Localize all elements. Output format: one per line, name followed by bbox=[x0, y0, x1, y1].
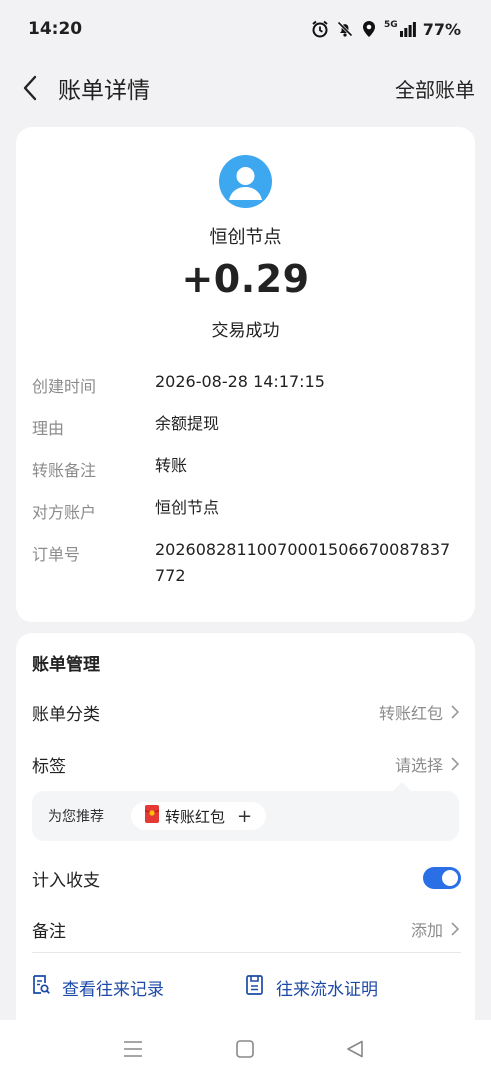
detail-label: 订单号 bbox=[32, 545, 81, 564]
chevron-right-icon bbox=[451, 704, 461, 720]
signal-icon: 5G bbox=[384, 21, 416, 37]
order-number[interactable]: 20260828110070001506670087837772 bbox=[155, 537, 459, 589]
detail-label: 转账备注 bbox=[32, 461, 97, 480]
chevron-right-icon bbox=[451, 921, 461, 937]
transaction-card: 恒创节点 +0.29 交易成功 创建时间 2026-08-28 14:17:15… bbox=[16, 127, 475, 622]
status-bar: 14:20 5G 77% bbox=[0, 0, 491, 58]
detail-label: 对方账户 bbox=[32, 503, 97, 522]
battery-level: 77% bbox=[422, 19, 461, 39]
note-value: 添加 bbox=[410, 921, 443, 940]
toggle-knob bbox=[442, 870, 458, 886]
chevron-right-icon bbox=[451, 756, 461, 772]
section-title: 账单管理 bbox=[32, 655, 100, 675]
avatar-icon bbox=[219, 155, 272, 208]
note-row[interactable]: 备注 添加 bbox=[32, 914, 461, 944]
back-triangle-icon[interactable] bbox=[346, 1040, 364, 1062]
detail-value: 2026-08-28 14:17:15 bbox=[155, 372, 325, 391]
network-type: 5G bbox=[384, 20, 398, 30]
detail-value: 恒创节点 bbox=[155, 498, 220, 517]
transaction-status: 交易成功 bbox=[211, 321, 280, 341]
tag-label: 标签 bbox=[32, 756, 66, 777]
recommend-box: 为您推荐 转账红包 + bbox=[32, 791, 459, 841]
status-icons: 5G 77% bbox=[311, 20, 461, 39]
page-title: 账单详情 bbox=[58, 78, 150, 104]
category-value: 转账红包 bbox=[378, 704, 443, 723]
chip-label: 转账红包 bbox=[165, 807, 226, 826]
all-bills-link[interactable]: 全部账单 bbox=[395, 74, 475, 103]
home-square-icon[interactable] bbox=[236, 1040, 254, 1062]
include-label: 计入收支 bbox=[32, 870, 100, 891]
note-label: 备注 bbox=[32, 921, 66, 942]
record-search-icon bbox=[32, 975, 50, 1000]
detail-value: 余额提现 bbox=[155, 414, 220, 433]
statement-proof-link[interactable]: 往来流水证明 bbox=[246, 975, 378, 1000]
bell-off-icon bbox=[336, 20, 354, 38]
tag-row[interactable]: 标签 请选择 bbox=[32, 749, 461, 779]
tag-value: 请选择 bbox=[394, 756, 443, 775]
divider bbox=[32, 952, 461, 953]
statement-proof-label: 往来流水证明 bbox=[276, 980, 378, 1000]
detail-label: 创建时间 bbox=[32, 377, 97, 396]
view-history-label: 查看往来记录 bbox=[62, 980, 164, 1000]
location-icon bbox=[361, 20, 377, 38]
category-label: 账单分类 bbox=[32, 704, 100, 725]
include-row: 计入收支 bbox=[32, 863, 461, 893]
status-time: 14:20 bbox=[28, 19, 83, 39]
include-toggle[interactable] bbox=[423, 867, 461, 889]
transaction-amount: +0.29 bbox=[181, 257, 310, 301]
red-packet-icon bbox=[144, 805, 160, 827]
detail-label: 理由 bbox=[32, 419, 65, 438]
recommend-tag-chip[interactable]: 转账红包 + bbox=[131, 802, 267, 830]
view-history-link[interactable]: 查看往来记录 bbox=[32, 975, 164, 1000]
payee-name: 恒创节点 bbox=[209, 227, 282, 248]
recommend-pointer bbox=[393, 782, 411, 791]
category-row[interactable]: 账单分类 转账红包 bbox=[32, 697, 461, 727]
bill-management-card: 账单管理 账单分类 转账红包 标签 请选择 为您推荐 转账红包 + 计入收支 备… bbox=[16, 633, 475, 1033]
detail-value: 转账 bbox=[155, 456, 188, 475]
recommend-label: 为您推荐 bbox=[48, 809, 104, 825]
document-icon bbox=[246, 975, 264, 1000]
alarm-icon bbox=[311, 20, 329, 38]
menu-icon[interactable] bbox=[123, 1040, 143, 1062]
nav-bar: 账单详情 全部账单 bbox=[0, 60, 491, 116]
system-navigation-bar bbox=[0, 1020, 491, 1080]
back-icon[interactable] bbox=[16, 68, 44, 108]
add-icon: + bbox=[237, 805, 253, 827]
